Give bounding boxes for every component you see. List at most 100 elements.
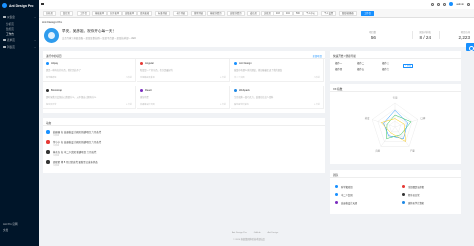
tab-18[interactable]: 个人设置 bbox=[321, 11, 337, 16]
tab-1[interactable]: 监控页 bbox=[60, 11, 73, 16]
project-time: 6 年前 bbox=[220, 104, 226, 106]
activity-item: 周星星 将 5 月日常迭代 更新至已发布状态 几秒前 bbox=[46, 159, 316, 168]
project-team[interactable]: 程序员日常 bbox=[46, 103, 56, 106]
team-name[interactable]: 中二少女团 bbox=[341, 193, 353, 197]
tab-12[interactable]: 成功页 bbox=[247, 11, 260, 16]
project-card[interactable]: Alipay 那是一种内在的东西，他们到达不了 科学搬砖组 几秒前 bbox=[43, 59, 136, 82]
project-card[interactable]: Angular 希望是一个好东西，也许是最好的 全组都是吴彦祖 6 年前 bbox=[137, 59, 230, 82]
activity-item: 林东东 在 中二少女团 新建项目 六月迭代 几秒前 bbox=[46, 149, 316, 158]
stat-label: 项目访问 bbox=[460, 32, 470, 34]
project-description: 那是一种内在的东西，他们到达不了 bbox=[46, 70, 81, 72]
project-card[interactable]: Ant Design 城镇中有那么多的酒馆，她却偏偏走进了我的酒馆 中二少女团 几秒前 bbox=[231, 59, 324, 82]
team-avatar bbox=[402, 200, 406, 204]
footer-link[interactable]: Ant Design bbox=[268, 232, 279, 234]
tab-16[interactable]: 500 bbox=[293, 11, 303, 16]
project-team[interactable]: 中二少女团 bbox=[234, 76, 244, 79]
footer-links: Ant Design Pro GitHub Ant Design bbox=[232, 232, 278, 234]
team-name[interactable]: 全组都是吴彦祖 bbox=[408, 185, 424, 189]
tab-19[interactable]: 图形编辑器 bbox=[339, 11, 357, 16]
radar-axis-label: 贡献 bbox=[375, 149, 380, 153]
quick-link[interactable]: 操作四 bbox=[335, 67, 342, 71]
chevron-down-icon: ⌄ bbox=[34, 38, 37, 42]
sidebar-item-list[interactable]: 列表页 ⌄ bbox=[3, 45, 36, 49]
tab-10[interactable]: 基础详情页 bbox=[207, 11, 225, 16]
project-name[interactable]: Alipay bbox=[51, 62, 58, 65]
sidebar-subitem-workplace[interactable]: 工作台 bbox=[6, 32, 14, 36]
team-name[interactable]: 骗你来学计算机 bbox=[408, 201, 424, 205]
project-name[interactable]: Webpack bbox=[239, 89, 250, 92]
tab-14[interactable]: 403 bbox=[273, 11, 283, 16]
tab-17[interactable]: 个人中心 bbox=[303, 11, 319, 16]
radar-axis-label: 引用 bbox=[393, 96, 398, 100]
activity-item: 曲丽丽 在 高逼格设计天团 新建项目 六月迭代 几秒前 bbox=[46, 129, 316, 138]
team-name[interactable]: 高逼格设计天团 bbox=[341, 201, 357, 205]
card-title: 动态 bbox=[46, 121, 52, 125]
tab-5[interactable]: 高级表单 bbox=[122, 11, 138, 16]
tab-2[interactable]: 工作台 bbox=[77, 11, 90, 16]
tab-7[interactable]: 标准列表 bbox=[155, 11, 171, 16]
bell-icon[interactable] bbox=[443, 2, 447, 6]
team-name[interactable]: 科学搬砖组 bbox=[341, 185, 353, 189]
stat-visits: 项目访问 2,223 bbox=[459, 30, 471, 40]
quick-link[interactable]: 操作一 bbox=[335, 61, 342, 65]
tab-6[interactable]: 查询表格 bbox=[137, 11, 153, 16]
table-icon bbox=[3, 45, 6, 49]
settings-drawer-button[interactable] bbox=[466, 43, 474, 51]
project-card[interactable]: Webpack 生命就像一盒巧克力，结果往往出人意料 骗你来学计算机 6 年前 bbox=[231, 86, 324, 109]
project-name[interactable]: Angular bbox=[145, 62, 154, 65]
team-card: 团队 科学搬砖组 全组都是吴彦祖 中二少女团 程序员日常 高逼格设计天团 骗你来学计算机 bbox=[330, 170, 461, 214]
greeting: 早安，吴彦祖，祝你开心每一天！ bbox=[62, 29, 116, 33]
card-title: 进行中的项目 bbox=[46, 54, 62, 58]
project-time: 6 年前 bbox=[126, 104, 132, 106]
sidebar-subitem-monitor[interactable]: 监控页 bbox=[6, 27, 14, 31]
tab-11[interactable]: 高级详情页 bbox=[227, 11, 245, 16]
project-logo-icon bbox=[140, 89, 144, 93]
stat-value: 8 / 24 bbox=[419, 35, 432, 40]
team-avatar bbox=[402, 184, 406, 188]
language-icon[interactable] bbox=[467, 2, 470, 6]
tab-15[interactable]: 404 bbox=[283, 11, 293, 16]
sidebar-link-docs[interactable]: 文档 bbox=[3, 228, 8, 232]
sidebar-link-ant-pro[interactable]: Ant Pro 官网 bbox=[3, 222, 18, 226]
project-name[interactable]: Bootstrap bbox=[51, 89, 62, 92]
quick-link[interactable]: 操作五 bbox=[357, 67, 364, 71]
sidebar-item-form[interactable]: 表单页 ⌄ bbox=[3, 38, 36, 42]
menu-fold-icon[interactable] bbox=[41, 3, 44, 6]
project-team[interactable]: 高逼格设计天团 bbox=[140, 103, 155, 106]
project-name[interactable]: Ant Design bbox=[239, 62, 252, 65]
tab-8[interactable]: 卡片列表 bbox=[173, 11, 189, 16]
project-description: 希望是一个好东西，也许是最好的 bbox=[140, 70, 173, 72]
all-projects-link[interactable]: 全部项目 bbox=[312, 54, 322, 58]
tab-9[interactable]: 搜索列表 bbox=[191, 11, 207, 16]
tab-4[interactable]: 分步表单 bbox=[107, 11, 123, 16]
project-team[interactable]: 骗你来学计算机 bbox=[234, 103, 249, 106]
question-icon[interactable] bbox=[437, 2, 441, 6]
search-icon[interactable] bbox=[431, 2, 435, 6]
project-team[interactable]: 科学搬砖组 bbox=[46, 76, 56, 79]
tab-20[interactable]: 工作台 bbox=[361, 11, 374, 16]
stat-label: 项目数 bbox=[369, 32, 376, 34]
tab-3[interactable]: 基础表单 bbox=[92, 11, 108, 16]
team-name[interactable]: 程序员日常 bbox=[408, 193, 420, 197]
header-actions: admin bbox=[431, 2, 470, 6]
sidebar-subitem-analysis[interactable]: 分析页 bbox=[6, 22, 14, 26]
project-name[interactable]: React bbox=[145, 89, 152, 92]
radar-chart: 引用口碑产量 贡献 热度 bbox=[365, 96, 426, 153]
project-card[interactable]: Bootstrap 那时候我只会想自己想要什么，从不想自己拥有什么 程序员日常 6 年… bbox=[43, 86, 136, 109]
tab-13[interactable]: 失败页 bbox=[261, 11, 274, 16]
footer-link-github[interactable]: GitHub bbox=[254, 232, 261, 234]
avatar[interactable] bbox=[449, 2, 454, 6]
copyright: © 2024 蚂蚁集团体验技术部出品 bbox=[233, 239, 265, 241]
quick-link[interactable]: 操作六 bbox=[382, 67, 389, 71]
quick-link[interactable]: 操作二 bbox=[357, 61, 364, 65]
logo[interactable]: Ant Design Pro bbox=[2, 2, 34, 9]
footer-link[interactable]: Ant Design Pro bbox=[232, 232, 247, 234]
user-name[interactable]: admin bbox=[456, 2, 464, 6]
sidebar-item-dashboard[interactable]: 仪表盘 ⌄ bbox=[3, 15, 36, 19]
project-card[interactable]: React 凛冬将至 高逼格设计天团 6 年前 bbox=[137, 86, 230, 109]
add-shortcut-button[interactable]: + 添加 bbox=[403, 64, 413, 68]
quick-link[interactable]: 操作三 bbox=[382, 61, 389, 65]
tab-0[interactable]: 分析页 bbox=[43, 11, 56, 16]
project-team[interactable]: 全组都是吴彦祖 bbox=[140, 76, 155, 79]
project-description: 城镇中有那么多的酒馆，她却偏偏走进了我的酒馆 bbox=[234, 70, 283, 72]
